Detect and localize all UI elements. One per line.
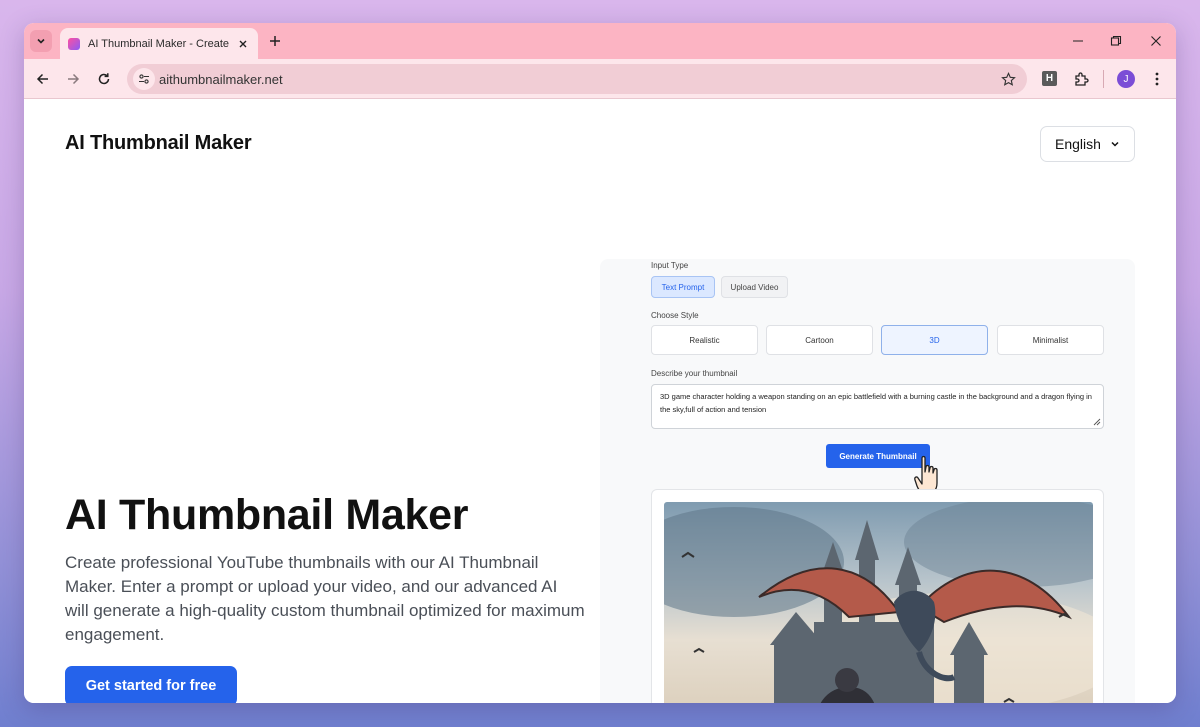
browser-menu-button[interactable] [1148,69,1166,89]
language-label: English [1055,136,1101,152]
arrow-right-icon [68,73,80,85]
input-type-label: Input Type [651,261,689,270]
tab-search-button[interactable] [30,30,52,52]
generated-thumbnail-image [664,502,1093,703]
plus-icon [270,36,280,46]
tab-title: AI Thumbnail Maker - Create Cu [88,37,230,50]
thumbnail-demo-panel: Input Type Text Prompt Upload Video Choo… [600,259,1135,703]
style-realistic-button[interactable]: Realistic [651,325,758,355]
extensions-button[interactable] [1071,69,1091,89]
chevron-down-icon [37,38,45,44]
restore-icon [1110,35,1122,46]
style-minimalist-button[interactable]: Minimalist [997,325,1104,355]
hero-description: Create professional YouTube thumbnails w… [65,553,585,644]
site-logo-text[interactable]: AI Thumbnail Maker [65,132,252,155]
reload-button[interactable] [94,69,114,89]
toolbar-divider [1103,70,1104,88]
upload-video-option[interactable]: Upload Video [721,276,788,298]
site-info-button[interactable] [133,68,155,90]
url-text: aithumbnailmaker.net [159,72,283,87]
browser-toolbar: aithumbnailmaker.net H J [24,59,1176,99]
puzzle-icon [1075,72,1089,86]
tab-close-button[interactable] [236,37,250,51]
close-window-button[interactable] [1147,32,1165,50]
extension-h-icon[interactable]: H [1042,71,1057,86]
chevron-down-icon [1111,141,1119,147]
forward-button[interactable] [63,69,83,89]
style-3d-button[interactable]: 3D [881,325,988,355]
bookmark-button[interactable] [999,70,1017,88]
address-bar[interactable]: aithumbnailmaker.net [127,64,1027,94]
get-started-button[interactable]: Get started for free [65,666,237,703]
browser-window: AI Thumbnail Maker - Create Cu [24,23,1176,703]
back-button[interactable] [33,69,53,89]
web-page: AI Thumbnail Maker English AI Thumbnail … [24,99,1176,703]
text-prompt-option[interactable]: Text Prompt [651,276,715,298]
minimize-button[interactable] [1069,32,1087,50]
tab-strip: AI Thumbnail Maker - Create Cu [24,23,1176,59]
choose-style-label: Choose Style [651,311,699,320]
minimize-icon [1073,40,1083,42]
arrow-left-icon [36,73,48,85]
more-vertical-icon [1155,72,1159,86]
reload-icon [98,73,110,85]
language-selector[interactable]: English [1040,126,1135,162]
site-favicon-icon [68,37,80,50]
star-icon [1000,71,1016,86]
describe-label: Describe your thumbnail [651,369,738,378]
active-tab[interactable]: AI Thumbnail Maker - Create Cu [60,28,258,59]
prompt-text: 3D game character holding a weapon stand… [660,392,1092,414]
close-icon [239,40,247,47]
generated-result-card [651,489,1104,703]
tune-icon [139,74,149,84]
new-tab-button[interactable] [266,32,284,50]
restore-button[interactable] [1107,32,1125,50]
resize-handle-icon[interactable] [1093,418,1101,426]
profile-avatar[interactable]: J [1117,70,1135,88]
close-icon [1151,36,1161,46]
hero-title: AI Thumbnail Maker [65,491,469,539]
dragon-castle-illustration [664,502,1093,703]
style-cartoon-button[interactable]: Cartoon [766,325,873,355]
prompt-textarea[interactable]: 3D game character holding a weapon stand… [651,384,1104,429]
